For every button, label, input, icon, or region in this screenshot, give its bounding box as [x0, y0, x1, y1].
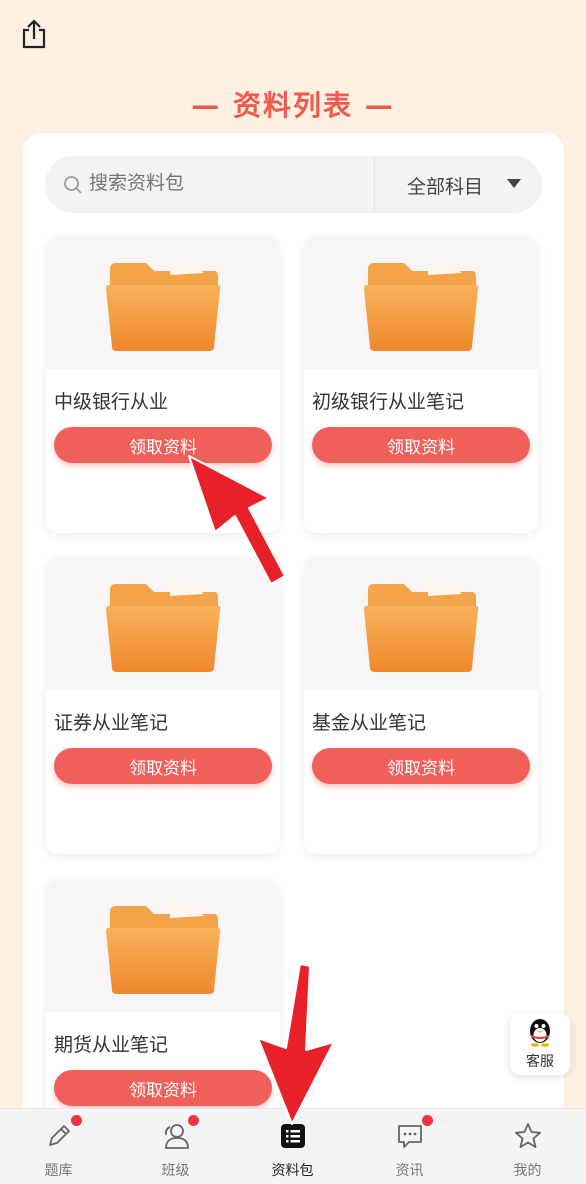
tab-mine[interactable]: 我的: [469, 1109, 586, 1184]
claim-material-button[interactable]: 领取资料: [54, 1070, 272, 1106]
card-title: 初级银行从业笔记: [312, 391, 465, 413]
notification-dot: [188, 1115, 199, 1126]
tab-question-bank[interactable]: 题库: [0, 1109, 117, 1184]
claim-material-button[interactable]: 领取资料: [312, 427, 530, 463]
folder-icon: [364, 582, 479, 672]
caret-down-icon: [507, 179, 521, 188]
tab-label: 我的: [513, 1163, 542, 1179]
claim-material-button[interactable]: 领取资料: [312, 748, 530, 784]
search-input[interactable]: [89, 172, 369, 194]
material-card[interactable]: 基金从业笔记 领取资料: [304, 558, 538, 854]
tab-label: 资讯: [395, 1163, 424, 1179]
people-icon: [164, 1124, 189, 1149]
page-title: — 资料列表 —: [191, 89, 395, 122]
card-title: 基金从业笔记: [312, 712, 427, 734]
tab-label: 班级: [161, 1163, 190, 1179]
card-thumbnail: [304, 237, 538, 369]
search-bar: 全部科目: [45, 156, 542, 213]
card-title: 中级银行从业: [54, 391, 169, 413]
material-card[interactable]: 初级银行从业笔记 领取资料: [304, 237, 538, 533]
card-thumbnail: [304, 558, 538, 690]
notification-dot: [71, 1115, 82, 1126]
tab-class[interactable]: 班级: [117, 1109, 234, 1184]
star-icon: [515, 1123, 541, 1148]
search-icon: [64, 176, 82, 194]
folder-icon: [106, 261, 221, 351]
annotation-arrow-icon: [257, 963, 335, 1125]
folder-icon: [106, 582, 221, 672]
tab-label: 题库: [44, 1163, 73, 1179]
pencil-icon: [49, 1125, 70, 1146]
chat-icon: [398, 1125, 422, 1148]
tab-news[interactable]: 资讯: [351, 1109, 468, 1184]
card-title: 证券从业笔记: [54, 712, 169, 734]
material-card[interactable]: 证券从业笔记 领取资料: [46, 558, 280, 854]
notification-dot: [422, 1115, 433, 1126]
annotation-arrow-icon: [188, 455, 286, 585]
claim-material-button[interactable]: 领取资料: [54, 748, 272, 784]
qq-penguin-icon: [530, 1019, 550, 1047]
subject-filter-dropdown[interactable]: 全部科目: [375, 156, 542, 213]
card-thumbnail: [46, 880, 280, 1012]
tab-label: 资料包: [271, 1163, 314, 1179]
folder-icon: [106, 904, 221, 994]
customer-service-button[interactable]: 客服: [510, 1013, 570, 1075]
folder-icon: [364, 261, 479, 351]
card-title: 期货从业笔记: [54, 1034, 169, 1056]
customer-service-label: 客服: [526, 1054, 554, 1070]
subject-filter-label: 全部科目: [407, 176, 484, 198]
share-button[interactable]: [20, 18, 48, 50]
card-thumbnail: [46, 237, 280, 369]
share-icon: [22, 19, 46, 49]
